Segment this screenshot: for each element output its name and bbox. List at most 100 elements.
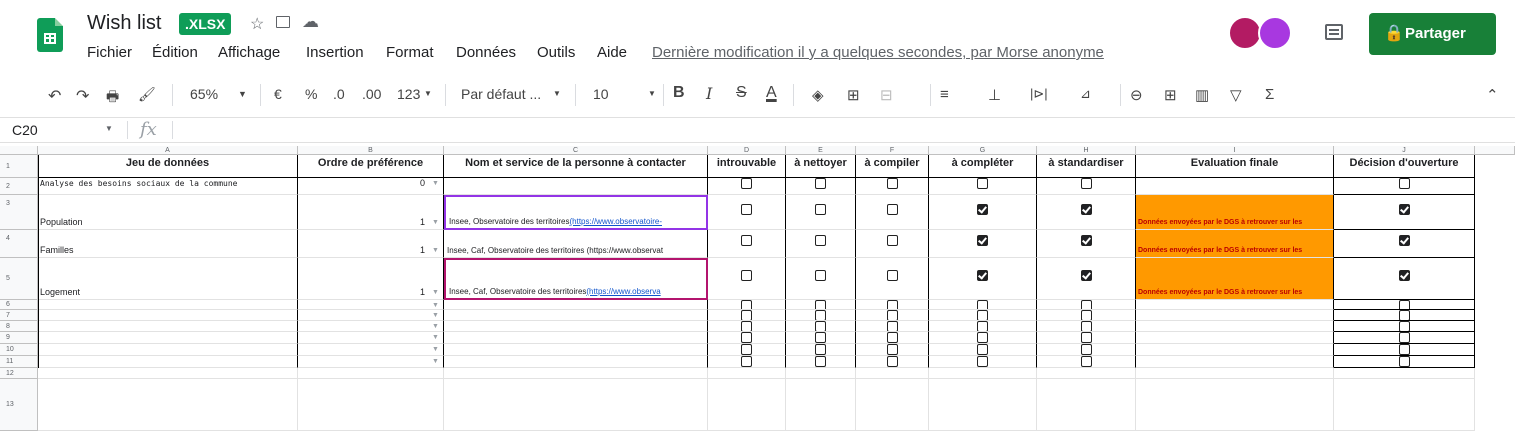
empty-cell[interactable]	[1037, 379, 1136, 431]
insert-chart-icon[interactable]: ▥	[1195, 86, 1209, 104]
contact-cell[interactable]	[444, 310, 708, 321]
row-header[interactable]: 11	[0, 356, 38, 368]
empty-cell[interactable]	[856, 368, 929, 379]
status-checkbox[interactable]	[815, 344, 826, 355]
preference-dropdown-icon[interactable]: ▼	[432, 312, 439, 319]
menu-fichier[interactable]: Fichier	[87, 44, 132, 61]
select-all-corner[interactable]	[0, 146, 38, 155]
status-checkbox[interactable]	[815, 235, 826, 246]
status-checkbox[interactable]	[977, 204, 988, 215]
collaborator-avatar-1[interactable]	[1228, 16, 1262, 50]
empty-cell[interactable]	[1136, 368, 1334, 379]
strikethrough-button[interactable]: S	[736, 84, 747, 102]
menu-format[interactable]: Format	[386, 44, 434, 61]
evaluation-cell[interactable]	[1136, 332, 1334, 344]
status-checkbox[interactable]	[887, 321, 898, 331]
status-checkbox[interactable]	[741, 332, 752, 343]
italic-button[interactable]: I	[706, 84, 712, 103]
row-header[interactable]: 12	[0, 368, 38, 379]
contact-cell[interactable]	[444, 300, 708, 310]
decision-checkbox[interactable]	[1399, 270, 1410, 281]
row-header[interactable]: 9	[0, 332, 38, 344]
status-checkbox[interactable]	[741, 178, 752, 189]
status-checkbox[interactable]	[977, 270, 988, 281]
redo-icon[interactable]: ↷	[76, 86, 89, 106]
empty-cell[interactable]	[708, 368, 786, 379]
status-checkbox[interactable]	[1081, 344, 1092, 355]
print-icon[interactable]: 🖶	[106, 86, 119, 110]
dataset-name-cell[interactable]	[38, 321, 298, 332]
column-header[interactable]: H	[1037, 146, 1136, 155]
empty-cell[interactable]	[786, 368, 856, 379]
row-header[interactable]: 2	[0, 178, 38, 195]
status-checkbox[interactable]	[977, 300, 988, 309]
status-checkbox[interactable]	[887, 344, 898, 355]
row-header[interactable]: 1	[0, 155, 38, 178]
star-icon[interactable]: ☆	[250, 14, 264, 34]
status-checkbox[interactable]	[741, 270, 752, 281]
status-checkbox[interactable]	[1081, 300, 1092, 309]
undo-icon[interactable]: ↶	[48, 86, 61, 106]
preference-dropdown-icon[interactable]: ▼	[432, 219, 439, 226]
vertical-align-icon[interactable]: ⊥	[988, 86, 1001, 104]
status-checkbox[interactable]	[741, 235, 752, 246]
empty-cell[interactable]	[444, 368, 708, 379]
preference-dropdown-icon[interactable]: ▼	[432, 358, 439, 365]
status-checkbox[interactable]	[977, 235, 988, 246]
evaluation-cell[interactable]: Données envoyées par le DGS à retrouver …	[1136, 195, 1334, 230]
preference-dropdown-icon[interactable]: ▼	[432, 334, 439, 341]
status-checkbox[interactable]	[1081, 321, 1092, 331]
preference-order-cell[interactable]: 1	[298, 230, 444, 258]
text-color-button[interactable]: A	[766, 84, 777, 102]
status-checkbox[interactable]	[815, 321, 826, 331]
dataset-name-cell[interactable]: Familles	[38, 230, 298, 258]
status-checkbox[interactable]	[977, 344, 988, 355]
decision-checkbox[interactable]	[1399, 321, 1410, 331]
borders-icon[interactable]: ⊞	[847, 86, 860, 104]
status-checkbox[interactable]	[741, 310, 752, 320]
contact-cell[interactable]	[444, 332, 708, 344]
column-header[interactable]: E	[786, 146, 856, 155]
column-header[interactable]: F	[856, 146, 929, 155]
preference-order-cell[interactable]	[298, 310, 444, 321]
collapse-toolbar-icon[interactable]: ⌃	[1486, 86, 1499, 104]
decision-checkbox[interactable]	[1399, 178, 1410, 189]
contact-cell[interactable]: Insee, Caf, Observatoire des territoires…	[444, 230, 708, 258]
empty-cell[interactable]	[444, 379, 708, 431]
font-family-select[interactable]: Par défaut ...	[461, 86, 541, 102]
cloud-status-icon[interactable]: ☁	[302, 12, 319, 32]
column-header[interactable]: B	[298, 146, 444, 155]
move-folder-icon[interactable]	[276, 16, 290, 28]
status-checkbox[interactable]	[741, 321, 752, 331]
row-header[interactable]: 8	[0, 321, 38, 332]
number-format-dropdown-icon[interactable]: ▼	[424, 89, 432, 98]
sheets-logo-icon[interactable]	[37, 18, 63, 52]
share-button[interactable]: 🔒 Partager	[1369, 13, 1496, 55]
empty-cell[interactable]	[1334, 379, 1475, 431]
name-box[interactable]: C20	[12, 122, 38, 138]
empty-cell[interactable]	[38, 368, 298, 379]
preference-dropdown-icon[interactable]: ▼	[432, 302, 439, 309]
status-checkbox[interactable]	[887, 270, 898, 281]
preference-dropdown-icon[interactable]: ▼	[432, 180, 439, 187]
status-checkbox[interactable]	[815, 310, 826, 320]
contact-cell[interactable]: Insee, Caf, Observatoire des territoires…	[444, 258, 708, 300]
status-checkbox[interactable]	[815, 270, 826, 281]
column-header[interactable]: J	[1334, 146, 1475, 155]
status-checkbox[interactable]	[815, 300, 826, 309]
dataset-name-cell[interactable]	[38, 300, 298, 310]
menu-aide[interactable]: Aide	[597, 44, 627, 61]
status-checkbox[interactable]	[741, 204, 752, 215]
text-rotation-icon[interactable]: ⊿	[1080, 86, 1091, 102]
menu-donnees[interactable]: Données	[456, 44, 516, 61]
empty-cell[interactable]	[38, 379, 298, 431]
dataset-name-cell[interactable]	[38, 356, 298, 368]
status-checkbox[interactable]	[741, 344, 752, 355]
column-header[interactable]: D	[708, 146, 786, 155]
number-format-button[interactable]: 123	[397, 86, 420, 102]
column-header[interactable]: I	[1136, 146, 1334, 155]
status-checkbox[interactable]	[1081, 204, 1092, 215]
status-checkbox[interactable]	[977, 332, 988, 343]
status-checkbox[interactable]	[1081, 332, 1092, 343]
insert-comment-icon[interactable]: ⊞	[1164, 86, 1177, 104]
